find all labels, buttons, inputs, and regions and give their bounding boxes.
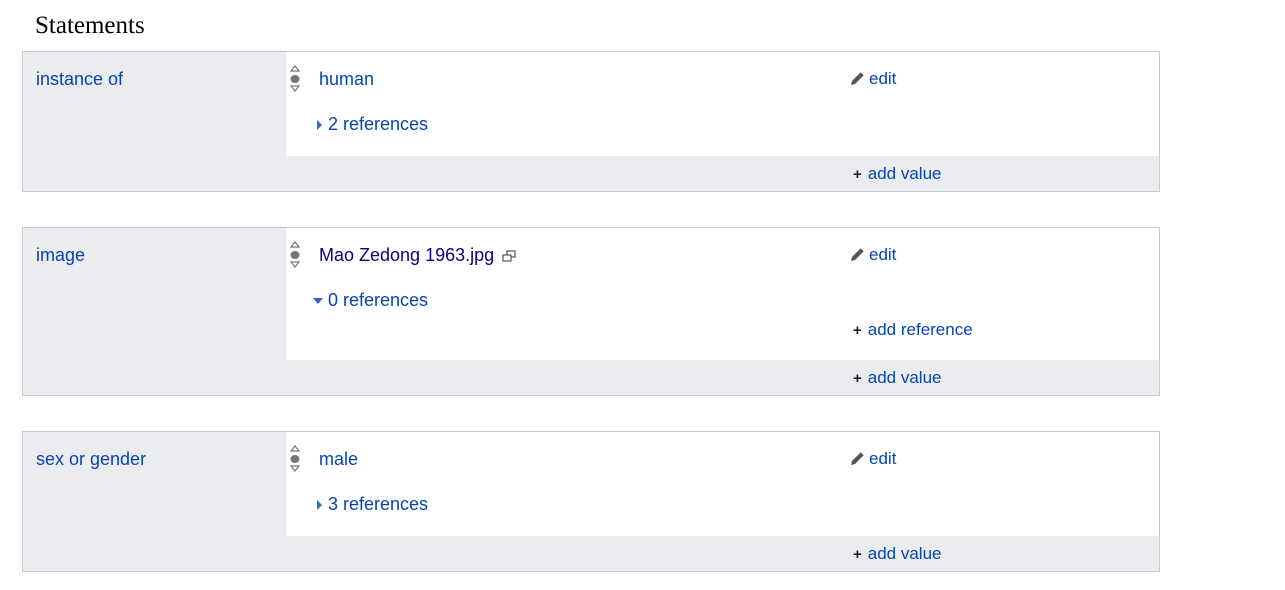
rank-selector-icon[interactable] <box>289 445 301 473</box>
add-value-button[interactable]: + add value <box>853 164 942 184</box>
edit-button[interactable]: edit <box>849 245 896 265</box>
rank-selector-icon[interactable] <box>289 241 301 269</box>
plus-icon: + <box>853 370 862 387</box>
file-link[interactable]: Mao Zedong 1963.jpg <box>319 245 494 265</box>
triangle-right-icon <box>317 500 322 510</box>
add-value-label: add value <box>867 164 942 183</box>
statement-group-sex-or-gender: sex or gender male edit 3 references + ad… <box>22 431 1160 572</box>
pencil-icon <box>851 247 865 261</box>
references-toggle[interactable]: 0 references <box>313 290 429 311</box>
add-reference-button[interactable]: + add reference <box>853 320 973 340</box>
pencil-icon <box>851 71 865 85</box>
statement: Mao Zedong 1963.jpg edit 0 references + a… <box>286 228 1159 360</box>
rank-selector-icon[interactable] <box>289 65 301 93</box>
plus-icon: + <box>853 322 862 339</box>
section-heading: Statements <box>35 12 145 39</box>
edit-label: edit <box>869 69 897 88</box>
add-value-label: add value <box>867 544 942 563</box>
triangle-down-icon <box>313 298 323 304</box>
references-label: 2 references <box>328 114 429 134</box>
edit-label: edit <box>869 245 897 264</box>
external-link-icon <box>502 250 516 262</box>
edit-button[interactable]: edit <box>849 69 896 89</box>
references-toggle[interactable]: 2 references <box>317 114 429 135</box>
statement-value[interactable]: male <box>319 449 358 470</box>
statement: human edit 2 references <box>286 52 1159 156</box>
plus-icon: + <box>853 546 862 563</box>
add-reference-label: add reference <box>867 320 973 339</box>
property-label[interactable]: image <box>36 245 85 266</box>
triangle-right-icon <box>317 120 322 130</box>
statement-group-image: image Mao Zedong 1963.jpg edit 0 referen… <box>22 227 1160 396</box>
edit-label: edit <box>869 449 897 468</box>
pencil-icon <box>851 451 865 465</box>
property-label[interactable]: instance of <box>36 69 123 90</box>
add-value-button[interactable]: + add value <box>853 368 942 388</box>
statement-group-instance-of: instance of human edit 2 references + add… <box>22 51 1160 192</box>
statement: male edit 3 references <box>286 432 1159 536</box>
add-value-button[interactable]: + add value <box>853 544 942 564</box>
references-label: 3 references <box>328 494 429 514</box>
property-label[interactable]: sex or gender <box>36 449 146 470</box>
statement-value[interactable]: human <box>319 69 374 90</box>
edit-button[interactable]: edit <box>849 449 896 469</box>
statement-value[interactable]: Mao Zedong 1963.jpg <box>319 245 516 266</box>
add-value-label: add value <box>867 368 942 387</box>
plus-icon: + <box>853 166 862 183</box>
references-label: 0 references <box>328 290 429 310</box>
references-toggle[interactable]: 3 references <box>317 494 429 515</box>
